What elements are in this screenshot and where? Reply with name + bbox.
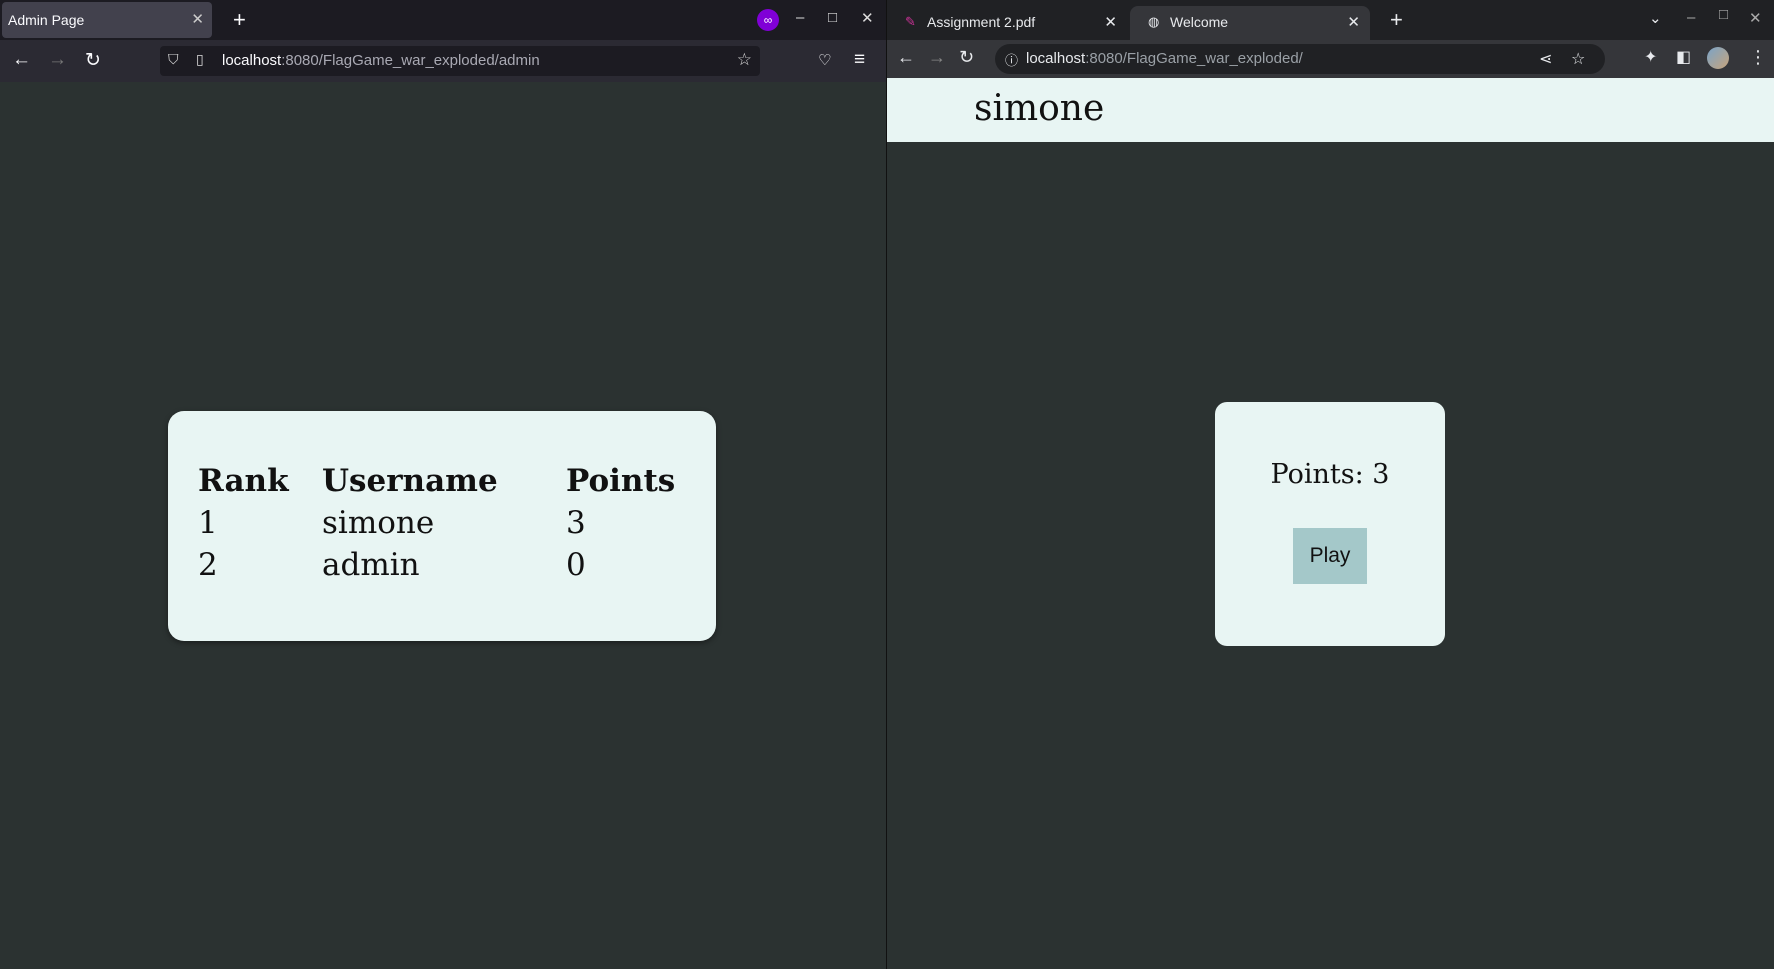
- url-text: localhost:8080/FlagGame_war_exploded/adm…: [222, 52, 540, 69]
- header-username: simone: [974, 88, 1105, 129]
- tab-assignment-pdf[interactable]: ✎ Assignment 2.pdf ✕: [887, 6, 1127, 40]
- menu-icon[interactable]: ≡: [854, 49, 865, 71]
- globe-icon: ◍: [1148, 14, 1160, 29]
- tab-title: Welcome: [1170, 14, 1229, 30]
- back-icon[interactable]: ←: [12, 49, 31, 71]
- shield-icon[interactable]: ⛉: [168, 51, 179, 68]
- username-cell: admin: [322, 547, 420, 583]
- private-browsing-icon: ∞: [757, 9, 779, 31]
- close-tab-icon[interactable]: ✕: [1347, 13, 1360, 31]
- address-bar[interactable]: ⛉ ▯ localhost:8080/FlagGame_war_exploded…: [160, 46, 760, 76]
- page-icon: ▯: [196, 51, 204, 67]
- close-tab-icon[interactable]: ✕: [1104, 13, 1117, 31]
- reload-icon[interactable]: ↻: [959, 47, 974, 68]
- bookmark-star-icon[interactable]: ☆: [1571, 49, 1585, 69]
- forward-icon[interactable]: →: [928, 47, 946, 68]
- back-icon[interactable]: ←: [897, 47, 915, 68]
- chrome-tab-bar: ✎ Assignment 2.pdf ✕ ◍ Welcome ✕ + ⌄ – □…: [887, 0, 1774, 40]
- share-icon[interactable]: ⋖: [1539, 49, 1552, 69]
- chrome-window: ✎ Assignment 2.pdf ✕ ◍ Welcome ✕ + ⌄ – □…: [887, 0, 1774, 969]
- firefox-window: Admin Page ✕ + ∞ – □ ✕ ← → ↻ ⛉ ▯ localho…: [0, 0, 886, 969]
- tab-search-icon[interactable]: ⌄: [1649, 9, 1662, 27]
- points-cell: 0: [566, 547, 586, 583]
- play-button[interactable]: Play: [1293, 528, 1367, 584]
- tab-title: Admin Page: [8, 12, 85, 28]
- reload-icon[interactable]: ↻: [85, 49, 101, 72]
- minimize-icon[interactable]: –: [1687, 9, 1695, 26]
- firefox-tab-bar: Admin Page ✕ + ∞ – □ ✕: [0, 0, 886, 40]
- maximize-icon[interactable]: □: [828, 9, 837, 26]
- close-window-icon[interactable]: ✕: [861, 9, 874, 27]
- firefox-nav-bar: ← → ↻ ⛉ ▯ localhost:8080/FlagGame_war_ex…: [0, 40, 886, 82]
- close-tab-icon[interactable]: ✕: [191, 10, 204, 28]
- close-window-icon[interactable]: ✕: [1749, 9, 1762, 27]
- side-panel-icon[interactable]: ◧: [1676, 47, 1691, 67]
- points-cell: 3: [566, 505, 586, 541]
- tab-welcome[interactable]: ◍ Welcome ✕: [1130, 6, 1370, 40]
- address-bar[interactable]: ⓘ localhost:8080/FlagGame_war_exploded/ …: [995, 44, 1605, 74]
- bookmark-star-icon[interactable]: ☆: [737, 50, 752, 70]
- rank-cell: 1: [198, 505, 218, 541]
- avatar[interactable]: [1707, 47, 1729, 69]
- rank-cell: 2: [198, 547, 218, 583]
- username-cell: simone: [322, 505, 435, 541]
- new-tab-icon[interactable]: +: [233, 7, 246, 33]
- rank-header: Rank: [198, 463, 289, 499]
- pocket-icon[interactable]: ♡: [818, 51, 831, 69]
- site-info-icon[interactable]: ⓘ: [1005, 50, 1018, 69]
- extensions-icon[interactable]: ✦: [1644, 47, 1657, 67]
- points-card: Points: 3 Play: [1215, 402, 1445, 646]
- leaderboard-card: Rank Username Points 1 simone 3 2 admin …: [168, 411, 716, 641]
- new-tab-icon[interactable]: +: [1390, 7, 1403, 33]
- chrome-nav-bar: ← → ↻ ⓘ localhost:8080/FlagGame_war_expl…: [887, 40, 1774, 78]
- maximize-icon[interactable]: □: [1719, 6, 1728, 23]
- minimize-icon[interactable]: –: [796, 9, 804, 26]
- menu-icon[interactable]: ⋮: [1749, 47, 1767, 68]
- forward-icon[interactable]: →: [48, 49, 67, 71]
- tab-admin-page[interactable]: Admin Page ✕: [2, 2, 212, 38]
- username-header: Username: [322, 463, 498, 499]
- site-header: simone: [887, 78, 1774, 142]
- points-header: Points: [566, 463, 676, 499]
- points-text: Points: 3: [1270, 459, 1390, 490]
- pdf-icon: ✎: [905, 14, 916, 29]
- url-text: localhost:8080/FlagGame_war_exploded/: [1026, 50, 1303, 67]
- tab-title: Assignment 2.pdf: [927, 14, 1036, 30]
